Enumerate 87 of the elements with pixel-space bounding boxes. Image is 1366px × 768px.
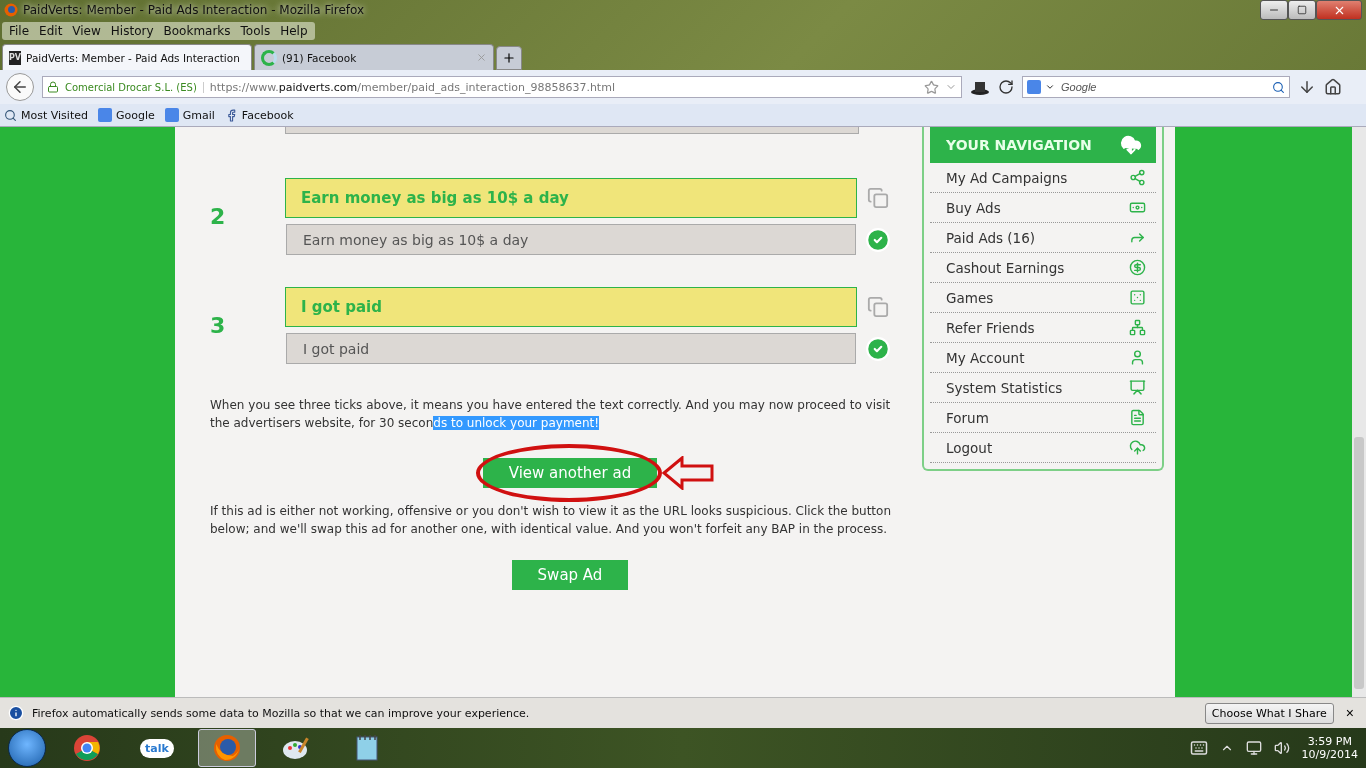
clock-time: 3:59 PM: [1307, 735, 1352, 748]
close-button[interactable]: ×: [1341, 705, 1358, 721]
firefox-icon: [4, 3, 18, 17]
menu-item[interactable]: Edit: [34, 23, 68, 39]
loading-icon: [261, 49, 277, 66]
nav-link[interactable]: Forum: [930, 403, 1156, 433]
nav-link[interactable]: System Statistics: [930, 373, 1156, 403]
answer-field[interactable]: Earn money as big as 10$ a day: [286, 224, 856, 255]
dice-icon: [1129, 289, 1146, 306]
tab-title: (91) Facebook: [282, 51, 358, 64]
notepad-icon: [354, 734, 380, 762]
address-bar[interactable]: Comercial Drocar S.L. (ES) https://www.paidverts.com/member/paid_ads_interaction_98858637.html: [42, 76, 962, 98]
minimize-button[interactable]: [1260, 0, 1288, 20]
user-icon: [1129, 349, 1146, 366]
bookmark-label: Gmail: [182, 108, 215, 122]
keyboard-icon[interactable]: [1189, 739, 1208, 757]
firefox-icon: [213, 734, 241, 762]
google-icon: [1027, 80, 1041, 94]
download-icon[interactable]: [1298, 78, 1316, 96]
close-button[interactable]: [1316, 0, 1362, 20]
search-bar[interactable]: Google: [1022, 76, 1290, 98]
answer-field[interactable]: I got paid: [286, 333, 856, 364]
swap-description: If this ad is either not working, offensive or you don't wish to view it as the URL looks suspicious. Click the button below; and we'll swap this ad for another one, with identical value. And you won't forfeit any BAP in the process.: [210, 503, 893, 538]
menu-item[interactable]: View: [67, 23, 106, 39]
menu-item[interactable]: Bookmarks: [158, 23, 236, 39]
search-input[interactable]: Google: [1059, 80, 1268, 94]
site-logo: PV: [9, 50, 22, 65]
tab-title: PaidVerts: Member - Paid Ads Interaction: [26, 51, 240, 64]
volume-icon[interactable]: [1273, 740, 1290, 756]
scrollbar[interactable]: [1352, 127, 1366, 697]
search-icon[interactable]: [1272, 80, 1285, 94]
restore-icon: [1297, 5, 1307, 15]
phrase-number: 2: [210, 204, 227, 229]
nav-link[interactable]: Games: [930, 283, 1156, 313]
bookmark-label: Google: [115, 108, 155, 122]
talk-icon: talk: [140, 738, 174, 758]
nav-link[interactable]: Logout: [930, 433, 1156, 463]
clock-date: 10/9/2014: [1301, 748, 1358, 761]
scrollbar-thumb[interactable]: [1354, 437, 1364, 689]
lock-icon: [47, 81, 59, 93]
chrome-icon: [73, 734, 101, 762]
back-button[interactable]: [6, 73, 34, 101]
home-icon[interactable]: [1324, 78, 1342, 96]
cloud-download-icon: [1120, 134, 1142, 156]
nav-link[interactable]: Refer Friends: [930, 313, 1156, 343]
notification-text: Firefox automatically sends some data to Mozilla so that we can improve your experience.: [32, 706, 531, 720]
annotation-arrow: [662, 456, 714, 490]
nav-link[interactable]: Buy Ads: [930, 193, 1156, 223]
site-identity: Comercial Drocar S.L. (ES): [65, 81, 204, 93]
phrase-number: 3: [210, 313, 227, 338]
google-icon: [97, 108, 112, 122]
presentation-icon: [1129, 379, 1146, 396]
bookmark-label: Facebook: [241, 108, 294, 122]
instruction-text: When you see three ticks above, it means you have entered the text correctly. And you may now proceed to visit the advertisers website, for 30 seconds to unlock your payment!: [210, 397, 892, 432]
back-icon: [11, 78, 29, 96]
taskbar-app[interactable]: talk: [128, 729, 186, 767]
browser-tab[interactable]: (91) Facebook: [254, 44, 494, 70]
phrase-prompt: Earn money as big as 10$ a day: [285, 178, 857, 218]
reload-icon[interactable]: [998, 79, 1014, 95]
share-icon: [1129, 169, 1146, 186]
menu-item[interactable]: File: [4, 23, 35, 39]
phrase-prompt: I got paid: [285, 287, 857, 327]
new-tab-button[interactable]: [496, 46, 522, 70]
url-text: https://www.paidverts.com/member/paid_ads_interaction_98858637.html: [209, 80, 616, 94]
nav-link[interactable]: My Account: [930, 343, 1156, 373]
star-icon[interactable]: [924, 79, 939, 95]
google-icon: [164, 108, 179, 122]
nav-link[interactable]: My Ad Campaigns: [930, 163, 1156, 193]
menu-item[interactable]: Help: [275, 23, 313, 39]
info-icon: [8, 705, 24, 721]
choose-what-i-share-button[interactable]: Choose What I Share: [1204, 702, 1334, 724]
navigation-header: YOUR NAVIGATION: [930, 127, 1156, 163]
nav-link[interactable]: Cashout Earnings: [930, 253, 1156, 283]
nav-link[interactable]: Paid Ads (16): [930, 223, 1156, 253]
answer-field[interactable]: [285, 127, 859, 134]
browser-tab[interactable]: PV PaidVerts: Member - Paid Ads Interaction: [2, 44, 252, 70]
window-title: PaidVerts: Member - Paid Ads Interaction - Mozilla Firefox: [23, 3, 365, 17]
taskbar-app[interactable]: [198, 729, 256, 767]
document-icon: [1129, 409, 1146, 426]
menu-item[interactable]: Tools: [235, 23, 276, 39]
menu-item[interactable]: History: [105, 23, 159, 39]
plus-icon: [502, 51, 516, 65]
dropdown-icon[interactable]: [1045, 82, 1055, 92]
bookmark-label: Most Visited: [21, 108, 88, 122]
cloud-upload-icon: [1129, 439, 1146, 456]
restore-button[interactable]: [1288, 0, 1316, 20]
start-button[interactable]: [8, 729, 46, 767]
